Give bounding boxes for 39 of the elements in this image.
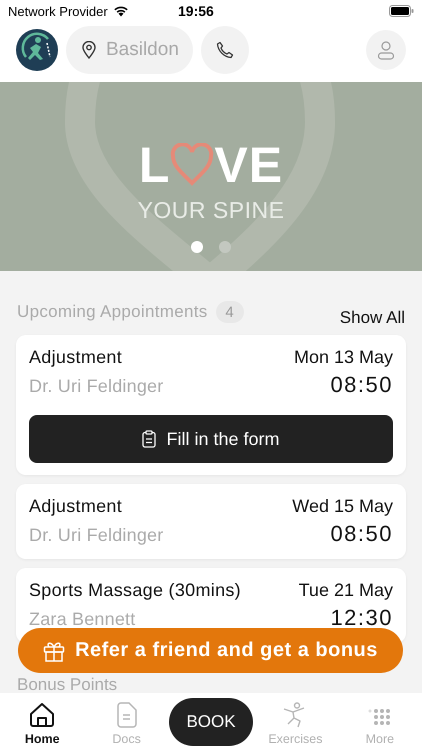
- banner-title: VE: [214, 139, 284, 191]
- tab[interactable]: Home: [0, 693, 84, 750]
- person-icon: [377, 40, 395, 60]
- document-icon: [116, 702, 137, 728]
- appointment-card[interactable]: Adjustment Wed 15 May Dr. Uri Feldinger 08:50: [16, 484, 406, 559]
- appointment-date: Wed 15 May: [292, 496, 393, 517]
- location-pin-icon: [82, 41, 96, 59]
- carrier-name: Network Provider: [8, 4, 108, 18]
- battery-icon: [389, 5, 414, 17]
- wifi-icon: [112, 5, 129, 17]
- clipboard-icon: [142, 430, 156, 448]
- banner-title: L: [138, 139, 170, 191]
- appointment-date: Tue 21 May: [298, 580, 393, 601]
- banner-subtitle: YOUR SPINE: [138, 197, 284, 224]
- service-name: Sports Massage (30mins): [29, 580, 241, 601]
- count-badge: 4: [216, 301, 244, 323]
- appointment-time: 08:50: [330, 372, 393, 398]
- clock-time: 19:56: [178, 3, 215, 19]
- appointment-time: 12:30: [330, 605, 393, 631]
- practitioner-name: Zara Bennett: [29, 609, 136, 630]
- section-title: Bonus Points: [17, 676, 118, 693]
- show-all-link[interactable]: Show All: [340, 308, 405, 328]
- logo-icon: [16, 29, 58, 71]
- service-name: Adjustment: [29, 496, 122, 517]
- service-name: Adjustment: [29, 347, 122, 368]
- grid-dots-icon: [368, 708, 392, 728]
- appointment-time: 08:50: [330, 521, 393, 547]
- practitioner-name: Dr. Uri Feldinger: [29, 376, 164, 397]
- heart-icon: [170, 143, 214, 187]
- section-title: Upcoming Appointments: [17, 302, 208, 322]
- phone-icon: [216, 41, 234, 59]
- profile-button[interactable]: [366, 30, 406, 70]
- fill-form-button[interactable]: Fill in the form: [29, 415, 393, 463]
- appointment-card[interactable]: Adjustment Mon 13 May Dr. Uri Feldinger 08:50 Fill in the form: [16, 335, 406, 475]
- appointment-date: Mon 13 May: [294, 347, 393, 368]
- gift-icon: [43, 640, 66, 662]
- home-icon: [29, 702, 56, 728]
- practitioner-name: Dr. Uri Feldinger: [29, 525, 164, 546]
- book-button[interactable]: BOOK: [169, 698, 254, 746]
